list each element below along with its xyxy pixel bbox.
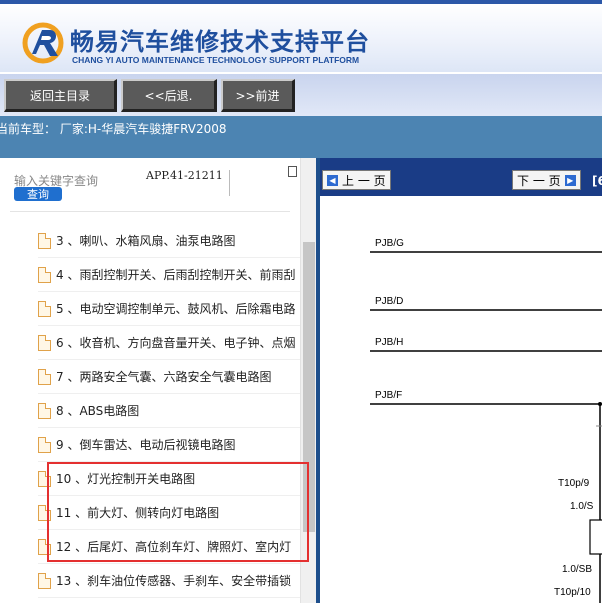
- page-indicator: [6: [592, 174, 602, 188]
- tree-item[interactable]: 13 、刹车油位传感器、手刹车、安全带插锁: [38, 564, 300, 598]
- tree-item[interactable]: 5 、电动空调控制单元、鼓风机、后除霜电路: [38, 292, 300, 326]
- viewer-toolbar: ◀ 上 一 页 下 一 页 ▶ [6: [320, 158, 602, 196]
- tree-item[interactable]: 4 、雨刮控制开关、后雨刮控制开关、前雨刮: [38, 258, 300, 292]
- app-code-label: APP.41-21211: [146, 170, 230, 196]
- connector-label: 1.0/S: [570, 501, 594, 512]
- document-icon: [38, 436, 51, 453]
- document-icon: [38, 232, 51, 249]
- tree-item[interactable]: 3 、喇叭、水箱风扇、油泵电路图: [38, 224, 300, 258]
- prev-page-button[interactable]: ◀ 上 一 页: [322, 170, 391, 190]
- document-icon: [38, 334, 51, 351]
- wire-label: PJB/F: [375, 390, 402, 401]
- connector-label: T10p/10: [554, 587, 591, 598]
- arrow-left-icon: ◀: [327, 174, 338, 186]
- arrow-right-icon: ▶: [564, 174, 576, 186]
- current-car-label: 当前车型： 厂家:H-华晨汽车骏捷FRV2008: [0, 122, 227, 136]
- platform-title: 畅易汽车维修技术支持平台: [70, 28, 370, 56]
- tree-item[interactable]: 6 、收音机、方向盘音量开关、电子钟、点烟: [38, 326, 300, 360]
- tree-divider: [10, 211, 290, 212]
- nav-bar: 返回主目录 <<后退. >>前进: [0, 72, 602, 116]
- document-icon: [38, 402, 51, 419]
- connector-label: T10p/9: [558, 478, 590, 489]
- header-banner: 畅易汽车维修技术支持平台 CHANG YI AUTO MAINTENANCE T…: [0, 0, 602, 72]
- search-button[interactable]: 查询: [14, 187, 62, 201]
- document-icon: [38, 572, 51, 589]
- diagram-viewer: ◀ 上 一 页 下 一 页 ▶ [6 PJB/G PJB/D PJB/H PJB…: [320, 158, 602, 603]
- page-icon[interactable]: [288, 166, 297, 177]
- highlight-box: [47, 462, 309, 562]
- document-icon: [38, 300, 51, 317]
- connector-label: 1.0/SB: [562, 564, 592, 575]
- platform-subtitle: CHANG YI AUTO MAINTENANCE TECHNOLOGY SUP…: [72, 55, 360, 65]
- tree-item[interactable]: 7 、两路安全气囊、六路安全气囊电路图: [38, 360, 300, 394]
- car-model-bar: 当前车型： 厂家:H-华晨汽车骏捷FRV2008: [0, 116, 602, 158]
- forward-button[interactable]: >>前进: [221, 79, 295, 112]
- wiring-diagram: PJB/G PJB/D PJB/H PJB/F T10p/9 1.0/S 1.0…: [370, 238, 602, 603]
- home-button[interactable]: 返回主目录: [4, 79, 117, 112]
- tree-item[interactable]: 8 、ABS电路图: [38, 394, 300, 428]
- back-button[interactable]: <<后退.: [121, 79, 217, 112]
- wire-label: PJB/D: [375, 296, 403, 307]
- cy-logo-icon: [22, 22, 64, 64]
- wire-label: PJB/G: [375, 238, 404, 249]
- tree-item[interactable]: 9 、倒车雷达、电动后视镜电路图: [38, 428, 300, 462]
- document-icon: [38, 368, 51, 385]
- next-page-button[interactable]: 下 一 页 ▶: [512, 170, 581, 190]
- wire-label: PJB/H: [375, 337, 403, 348]
- document-icon: [38, 266, 51, 283]
